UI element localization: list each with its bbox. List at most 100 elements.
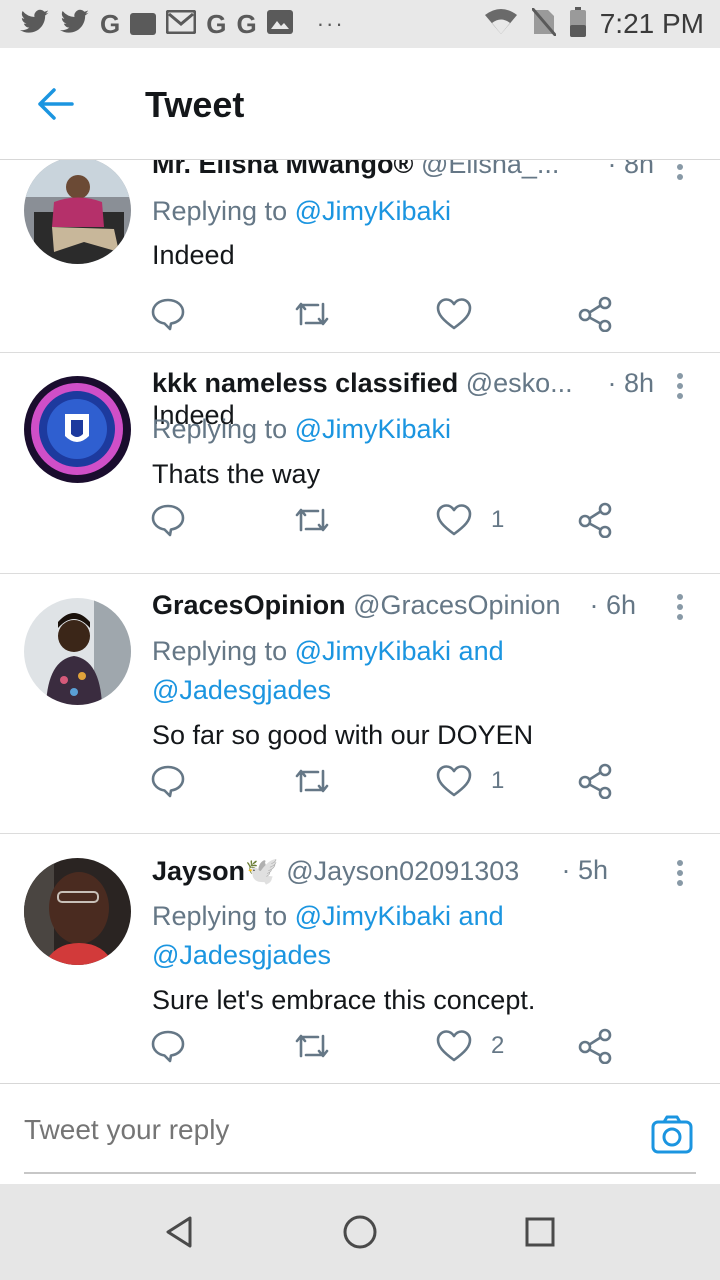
arrow-left-icon xyxy=(38,88,74,120)
replying-to: Replying to @JimyKibaki xyxy=(152,410,451,449)
twitter-icon xyxy=(60,9,90,39)
like-button[interactable]: 2 xyxy=(435,1026,504,1066)
replying-prefix: Replying to xyxy=(152,414,288,444)
more-options-button[interactable] xyxy=(670,371,690,401)
nav-recents-button[interactable] xyxy=(520,1212,560,1252)
image-icon xyxy=(266,9,293,39)
more-options-button[interactable] xyxy=(670,160,690,182)
tweet-actions: 2 xyxy=(150,1026,620,1066)
author-handle[interactable]: @Elisha_... xyxy=(421,160,559,179)
heart-icon xyxy=(436,504,472,536)
avatar[interactable] xyxy=(24,376,131,483)
reply-button[interactable] xyxy=(150,1026,186,1066)
replying-to: Replying to @JimyKibaki and @Jadesgjades xyxy=(152,897,504,975)
tweet[interactable]: Jayson🕊️ @Jayson02091303 · 5h Replying t… xyxy=(0,834,720,1084)
author-name[interactable]: kkk nameless classified xyxy=(152,368,458,398)
like-count: 2 xyxy=(491,1032,505,1059)
retweet-button[interactable] xyxy=(292,294,332,334)
author-handle[interactable]: @esko... xyxy=(466,368,573,398)
author-handle[interactable]: @Jayson02091303 xyxy=(286,856,519,886)
google-icon: G xyxy=(236,9,257,39)
camera-button[interactable] xyxy=(651,1114,693,1156)
share-button[interactable] xyxy=(577,1026,613,1066)
more-options-button[interactable] xyxy=(670,858,690,888)
retweet-icon xyxy=(295,1034,329,1058)
tweet-header: GracesOpinion @GracesOpinion xyxy=(152,590,630,621)
share-button[interactable] xyxy=(577,761,613,801)
retweet-button[interactable] xyxy=(292,500,332,540)
reply-mentions[interactable]: @JimyKibaki xyxy=(295,196,451,226)
retweet-button[interactable] xyxy=(292,761,332,801)
share-button[interactable] xyxy=(577,294,613,334)
tweet-actions xyxy=(150,294,620,334)
tweet-text: So far so good with our DOYEN xyxy=(152,720,534,750)
tweet[interactable]: GracesOpinion @GracesOpinion · 6h Replyi… xyxy=(0,574,720,834)
like-count: 1 xyxy=(491,506,505,533)
author-name[interactable]: Mr. Elisha Mwango® xyxy=(152,160,413,179)
reply-mentions[interactable]: @JimyKibaki xyxy=(295,414,451,444)
page-title: Tweet xyxy=(145,84,245,125)
gmail-icon xyxy=(165,9,197,39)
twitter-icon xyxy=(20,9,50,39)
replying-to: Replying to @JimyKibaki and @Jadesgjades xyxy=(152,632,504,710)
share-icon xyxy=(578,1028,612,1064)
status-bar: G G G ··· 7:21 PM xyxy=(0,0,720,48)
reply-button[interactable] xyxy=(150,500,186,540)
replying-prefix: Replying to xyxy=(152,901,288,931)
replying-prefix: Replying to xyxy=(152,636,288,666)
tweet[interactable]: kkk nameless classified @esko... · 8h Re… xyxy=(0,353,720,574)
nav-back-button[interactable] xyxy=(160,1212,200,1252)
app-header: Tweet xyxy=(0,48,720,160)
like-count: 1 xyxy=(491,767,505,794)
vertical-dots-icon xyxy=(677,594,683,620)
retweet-icon xyxy=(295,302,329,326)
replying-prefix: Replying to xyxy=(152,196,288,226)
circle-home-icon xyxy=(343,1215,377,1249)
reply-mentions[interactable]: @JimyKibaki and xyxy=(295,636,504,666)
reply-mentions-line2[interactable]: @Jadesgjades xyxy=(152,675,331,705)
more-notifications-icon: ··· xyxy=(316,11,345,36)
comment-icon xyxy=(151,765,185,798)
retweet-icon xyxy=(295,769,329,793)
avatar[interactable] xyxy=(24,160,131,264)
share-icon xyxy=(578,502,612,538)
avatar[interactable] xyxy=(24,858,131,965)
share-button[interactable] xyxy=(577,500,613,540)
tweet-header: Mr. Elisha Mwango® @Elisha_... xyxy=(152,160,630,180)
heart-icon xyxy=(436,1030,472,1062)
square-recents-icon xyxy=(525,1217,555,1247)
tweet-actions: 1 xyxy=(150,761,620,801)
reply-input[interactable] xyxy=(24,1114,584,1146)
retweet-button[interactable] xyxy=(292,1026,332,1066)
more-options-button[interactable] xyxy=(670,592,690,622)
google-icon: G xyxy=(206,9,227,39)
input-underline xyxy=(24,1172,696,1174)
tweet-text: Indeed xyxy=(152,240,235,270)
author-handle[interactable]: @GracesOpinion xyxy=(353,590,561,620)
camera-icon xyxy=(651,1115,693,1154)
avatar[interactable] xyxy=(24,598,131,705)
reply-mentions-line2[interactable]: @Jadesgjades xyxy=(152,940,331,970)
vertical-dots-icon xyxy=(677,860,683,886)
reply-button[interactable] xyxy=(150,294,186,334)
notification-icons: G G G ··· xyxy=(20,9,484,39)
comment-icon xyxy=(151,298,185,331)
tweet-time: · 5h xyxy=(561,855,608,885)
nav-home-button[interactable] xyxy=(340,1212,380,1252)
like-button[interactable]: 1 xyxy=(435,761,504,801)
tweet-time: · 6h xyxy=(589,590,636,620)
vertical-dots-icon xyxy=(677,164,683,180)
reply-button[interactable] xyxy=(150,761,186,801)
like-button[interactable]: 1 xyxy=(435,500,504,540)
tweet-text: Sure let's embrace this concept. xyxy=(152,985,536,1015)
author-name[interactable]: Jayson🕊️ xyxy=(152,856,279,886)
reply-mentions[interactable]: @JimyKibaki and xyxy=(295,901,504,931)
replies-feed[interactable]: Mr. Elisha Mwango® @Elisha_... · 8h Repl… xyxy=(0,160,720,1084)
outlook-icon xyxy=(130,13,157,35)
author-name[interactable]: GracesOpinion xyxy=(152,590,346,620)
replying-to: Replying to @JimyKibaki xyxy=(152,192,451,231)
back-button[interactable] xyxy=(34,86,78,122)
tweet-text: Thats the way xyxy=(152,459,321,489)
like-button[interactable] xyxy=(435,294,473,334)
heart-icon xyxy=(436,298,472,330)
